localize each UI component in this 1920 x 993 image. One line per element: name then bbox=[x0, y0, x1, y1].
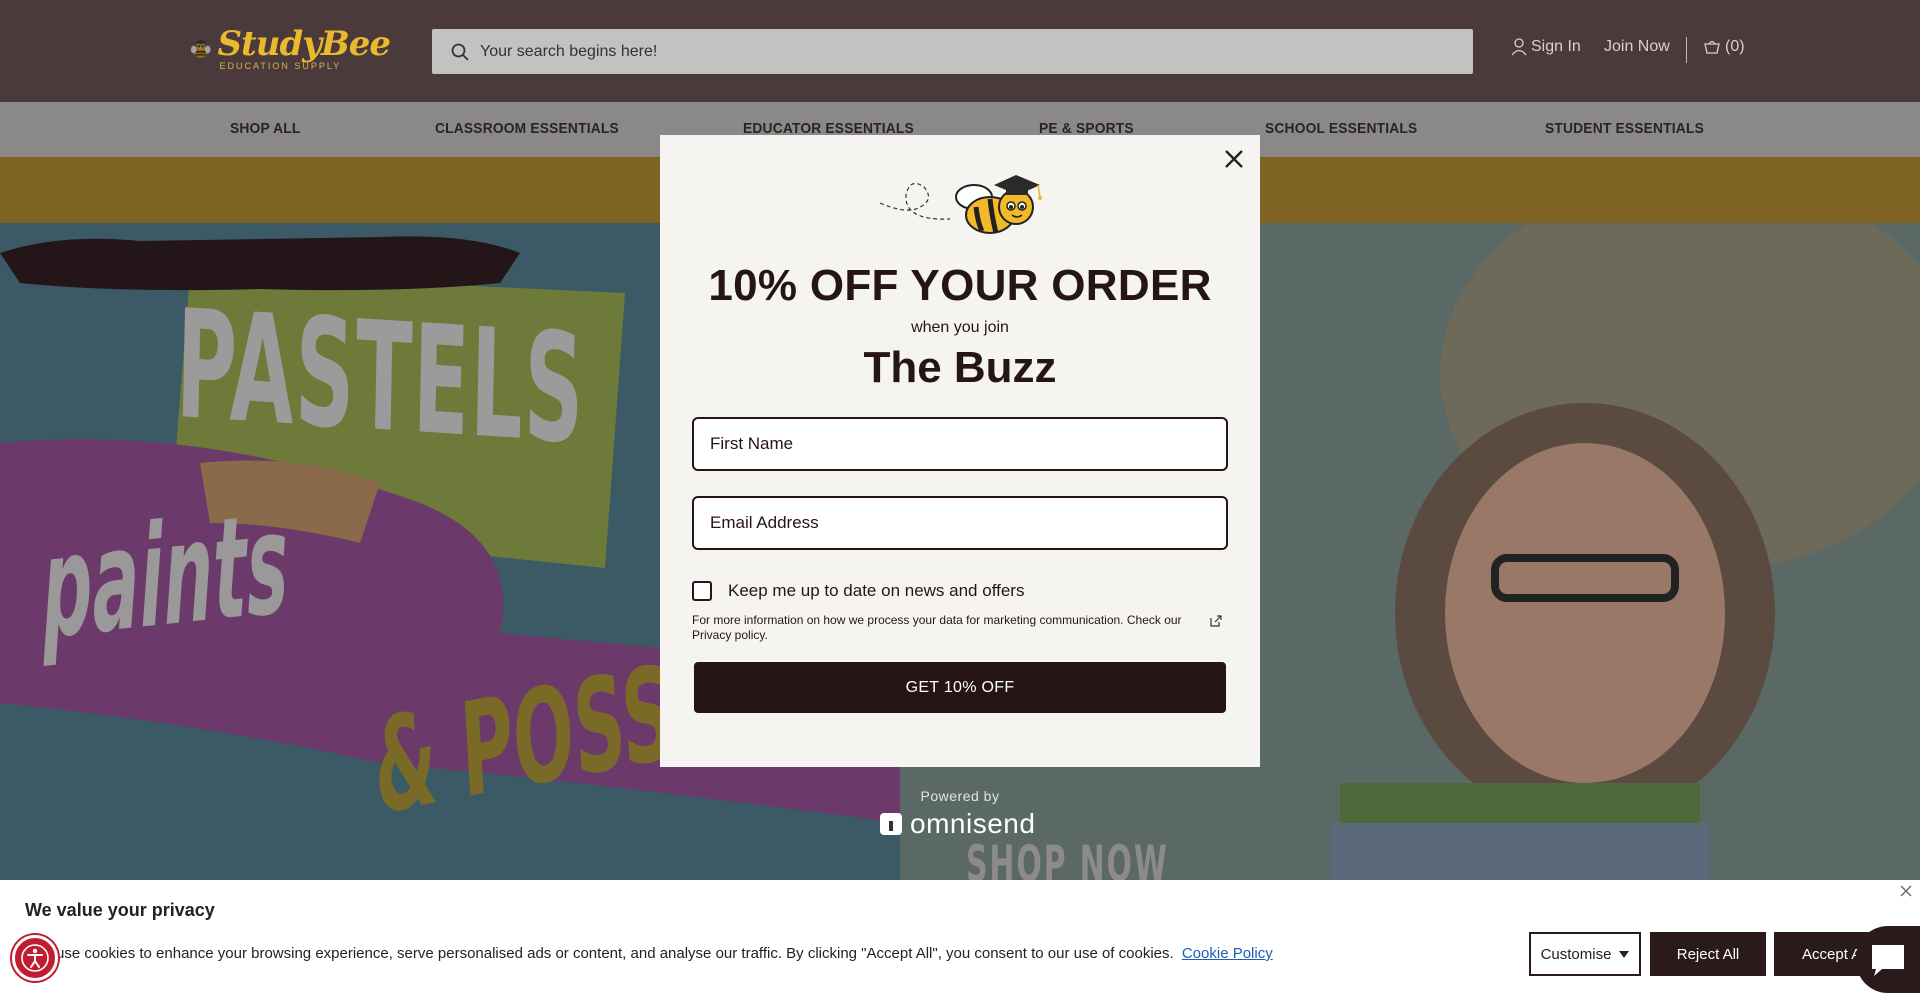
accessibility-button[interactable] bbox=[12, 935, 58, 981]
search-placeholder: Your search begins here! bbox=[480, 42, 658, 60]
join-now-label: Join Now bbox=[1604, 38, 1670, 55]
logo-wordmark: StudyBee bbox=[217, 24, 391, 64]
studybee-logo[interactable]: StudyBee EDUCATION SUPPLY bbox=[190, 22, 391, 76]
consent-label: Keep me up to date on news and offers bbox=[728, 581, 1025, 600]
cart-button[interactable]: (0) bbox=[1703, 38, 1745, 56]
close-icon[interactable] bbox=[1899, 884, 1913, 898]
reject-all-button[interactable]: Reject All bbox=[1650, 932, 1766, 976]
cookie-message: use cookies to enhance your browsing exp… bbox=[56, 945, 1273, 962]
powered-by-omnisend[interactable]: Powered by omnisend bbox=[0, 788, 1920, 839]
chat-bubble-icon bbox=[1872, 944, 1904, 976]
nav-shop-all[interactable]: SHOP ALL bbox=[230, 120, 300, 137]
sign-in-link[interactable]: Sign In bbox=[1511, 38, 1581, 56]
omnisend-wordmark: omnisend bbox=[910, 808, 1036, 839]
chat-button[interactable] bbox=[1856, 926, 1920, 993]
account-divider bbox=[1686, 37, 1687, 63]
hero-headline-pastels: PASTELS bbox=[174, 278, 587, 478]
header: StudyBee EDUCATION SUPPLY Your search be… bbox=[0, 0, 1920, 102]
cart-count: (0) bbox=[1725, 38, 1745, 55]
customise-button[interactable]: Customise bbox=[1529, 932, 1641, 976]
logo-tagline: EDUCATION SUPPLY bbox=[219, 61, 342, 71]
modal-title: 10% OFF YOUR ORDER bbox=[708, 261, 1212, 310]
newsletter-modal: 10% OFF YOUR ORDER when you join The Buz… bbox=[660, 135, 1260, 767]
cookie-policy-link[interactable]: Cookie Policy bbox=[1182, 945, 1273, 962]
privacy-notice[interactable]: For more information on how we process y… bbox=[692, 613, 1192, 643]
modal-subtitle: when you join bbox=[911, 319, 1009, 336]
get-discount-button[interactable]: GET 10% OFF bbox=[694, 662, 1226, 713]
nav-school-essentials[interactable]: SCHOOL ESSENTIALS bbox=[1265, 120, 1417, 137]
customise-label: Customise bbox=[1540, 945, 1612, 963]
nav-student-essentials[interactable]: STUDENT ESSENTIALS bbox=[1545, 120, 1704, 137]
modal-brand-name: The Buzz bbox=[863, 343, 1057, 392]
chevron-down-icon bbox=[1619, 950, 1630, 958]
cookie-message-text: use cookies to enhance your browsing exp… bbox=[56, 945, 1174, 962]
omnisend-logo-icon bbox=[880, 813, 902, 835]
first-name-placeholder: First Name bbox=[710, 434, 794, 453]
external-link-icon[interactable] bbox=[1209, 614, 1223, 628]
consent-row[interactable]: Keep me up to date on news and offers bbox=[692, 581, 1024, 601]
first-name-field[interactable]: First Name bbox=[692, 417, 1228, 471]
cookie-title: We value your privacy bbox=[25, 900, 215, 920]
cart-icon bbox=[1704, 40, 1720, 54]
shop-now-button[interactable]: SHOP NOW bbox=[966, 835, 1169, 880]
hero-headline-paints: paints bbox=[40, 482, 291, 671]
bee-graduate-icon bbox=[879, 175, 1042, 234]
join-now-link[interactable]: Join Now bbox=[1604, 38, 1670, 56]
shop-now-brush-stroke bbox=[0, 236, 520, 291]
email-placeholder: Email Address bbox=[710, 513, 819, 532]
cookie-banner: We value your privacy use cookies to enh… bbox=[0, 880, 1920, 993]
email-field[interactable]: Email Address bbox=[692, 496, 1228, 550]
accessibility-icon bbox=[21, 944, 49, 972]
search-icon bbox=[451, 43, 469, 61]
close-icon[interactable] bbox=[1220, 145, 1248, 173]
powered-by-label: Powered by bbox=[920, 788, 1000, 804]
consent-checkbox[interactable] bbox=[692, 581, 712, 601]
sign-in-label: Sign In bbox=[1531, 38, 1581, 55]
bee-logo-icon bbox=[190, 39, 211, 58]
nav-classroom-essentials[interactable]: CLASSROOM ESSENTIALS bbox=[435, 120, 619, 137]
search-input[interactable]: Your search begins here! bbox=[432, 29, 1473, 74]
user-icon bbox=[1511, 38, 1527, 56]
